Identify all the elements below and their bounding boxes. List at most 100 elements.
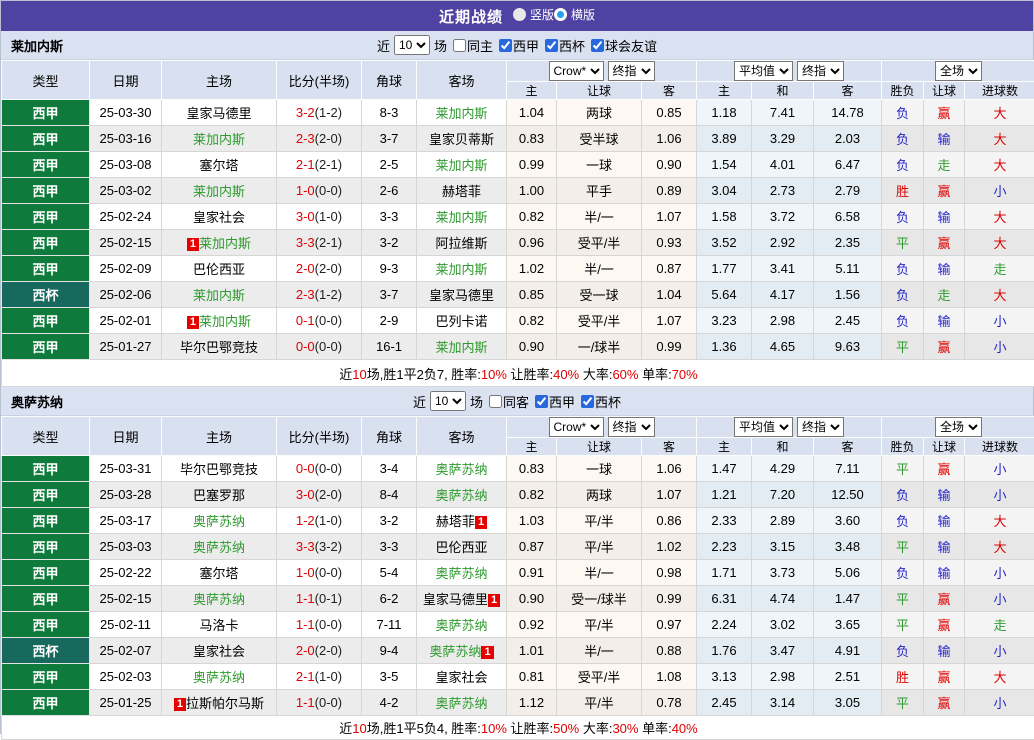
summary-stat-value: 70% bbox=[672, 367, 698, 382]
competition-filter[interactable]: 西甲 bbox=[495, 36, 539, 55]
venue-filter[interactable]: 同客 bbox=[485, 392, 529, 411]
competition-checkbox[interactable] bbox=[535, 395, 548, 408]
score-cell: 2-3(2-0) bbox=[277, 126, 362, 152]
corner-cell: 2-9 bbox=[362, 308, 417, 334]
final-odds-select[interactable]: 终指 bbox=[608, 417, 655, 437]
score-cell: 2-1(1-0) bbox=[277, 664, 362, 690]
date-cell: 25-01-27 bbox=[90, 334, 162, 360]
away-team-name: 奥萨苏纳 bbox=[435, 618, 487, 633]
corner-cell: 3-5 bbox=[362, 664, 417, 690]
odds-handicap-cell: 两球 bbox=[557, 100, 642, 126]
result-handicap-cell: 赢 bbox=[924, 178, 965, 204]
layout-radio-horizontal[interactable]: 横版 bbox=[554, 6, 595, 23]
match-row: 西甲25-03-30皇家马德里3-2(1-2)8-3莱加内斯1.04两球0.85… bbox=[2, 100, 1034, 126]
competition-filter[interactable]: 西甲 bbox=[531, 392, 575, 411]
result-goals-cell: 小 bbox=[965, 690, 1034, 716]
home-team-name: 奥萨苏纳 bbox=[193, 670, 245, 685]
odds-group-header: Crow*终指 bbox=[507, 61, 697, 82]
avg-home-cell: 3.23 bbox=[697, 308, 752, 334]
subcolumn-header: 客 bbox=[642, 82, 697, 100]
avg-away-cell: 7.11 bbox=[814, 456, 882, 482]
away-team-name: 阿拉维斯 bbox=[435, 236, 487, 251]
odds-handicap-cell: 半/一 bbox=[557, 638, 642, 664]
average-select[interactable]: 平均值 bbox=[734, 61, 793, 81]
match-count-select[interactable]: 10 bbox=[430, 391, 466, 411]
competition-checkbox[interactable] bbox=[591, 39, 604, 52]
date-cell: 25-03-17 bbox=[90, 508, 162, 534]
halftime-score: (2-1) bbox=[315, 157, 342, 172]
competition-cell: 西甲 bbox=[2, 152, 90, 178]
avg-draw-cell: 4.29 bbox=[752, 456, 814, 482]
competition-filter[interactable]: 西杯 bbox=[577, 392, 621, 411]
venue-checkbox[interactable] bbox=[453, 39, 466, 52]
venue-filter[interactable]: 同主 bbox=[449, 36, 493, 55]
score-cell: 1-2(1-0) bbox=[277, 508, 362, 534]
avg-home-cell: 1.54 bbox=[697, 152, 752, 178]
fulltime-score: 3-0 bbox=[296, 487, 315, 502]
score-cell: 0-1(0-0) bbox=[277, 308, 362, 334]
home-team-name: 巴塞罗那 bbox=[193, 488, 245, 503]
competition-checkbox[interactable] bbox=[545, 39, 558, 52]
bookmaker-select[interactable]: Crow* bbox=[549, 61, 604, 81]
match-count-select[interactable]: 10 bbox=[394, 35, 430, 55]
final-odds-select[interactable]: 终指 bbox=[797, 417, 844, 437]
competition-checkbox[interactable] bbox=[499, 39, 512, 52]
final-odds-select[interactable]: 终指 bbox=[797, 61, 844, 81]
bookmaker-select[interactable]: Crow* bbox=[549, 417, 604, 437]
odds-handicap-cell: 半/一 bbox=[557, 204, 642, 230]
result-goals-cell: 大 bbox=[965, 204, 1034, 230]
away-team-cell: 皇家贝蒂斯 bbox=[417, 126, 507, 152]
away-team-name: 皇家贝蒂斯 bbox=[429, 132, 494, 147]
subcolumn-header: 胜负 bbox=[882, 82, 924, 100]
avg-home-cell: 1.58 bbox=[697, 204, 752, 230]
home-team-name: 奥萨苏纳 bbox=[193, 514, 245, 529]
odds-handicap-cell: 受一球 bbox=[557, 282, 642, 308]
odds-group-header: 平均值终指 bbox=[697, 61, 882, 82]
away-team-cell: 莱加内斯 bbox=[417, 204, 507, 230]
competition-label: 西杯 bbox=[595, 392, 621, 411]
column-header: 类型 bbox=[2, 61, 90, 100]
odds-away-cell: 0.97 bbox=[642, 612, 697, 638]
radio-horizontal-icon[interactable] bbox=[554, 8, 567, 21]
avg-home-cell: 6.31 bbox=[697, 586, 752, 612]
odds-handicap-cell: 平/半 bbox=[557, 612, 642, 638]
subcolumn-header: 胜负 bbox=[882, 438, 924, 456]
home-team-cell: 毕尔巴鄂竞技 bbox=[162, 334, 277, 360]
competition-filter[interactable]: 球会友谊 bbox=[587, 36, 657, 55]
final-odds-select[interactable]: 终指 bbox=[608, 61, 655, 81]
average-select[interactable]: 平均值 bbox=[734, 417, 793, 437]
fulltime-score: 3-3 bbox=[296, 235, 315, 250]
result-handicap-cell: 输 bbox=[924, 560, 965, 586]
section-band: 奥萨苏纳近10场同客西甲西杯 bbox=[1, 387, 1033, 416]
odds-home-cell: 0.83 bbox=[507, 126, 557, 152]
odds-home-cell: 1.04 bbox=[507, 100, 557, 126]
away-team-name: 赫塔菲 bbox=[436, 514, 475, 529]
home-team-name: 皇家社会 bbox=[193, 644, 245, 659]
odds-handicap-cell: 两球 bbox=[557, 482, 642, 508]
home-team-cell: 毕尔巴鄂竞技 bbox=[162, 456, 277, 482]
competition-cell: 西杯 bbox=[2, 638, 90, 664]
odds-home-cell: 0.82 bbox=[507, 482, 557, 508]
away-team-name: 奥萨苏纳 bbox=[429, 644, 481, 659]
competition-cell: 西甲 bbox=[2, 256, 90, 282]
competition-filter[interactable]: 西杯 bbox=[541, 36, 585, 55]
subcolumn-header: 客 bbox=[814, 438, 882, 456]
corner-cell: 9-4 bbox=[362, 638, 417, 664]
competition-checkbox[interactable] bbox=[581, 395, 594, 408]
corner-cell: 3-3 bbox=[362, 534, 417, 560]
home-team-cell: 塞尔塔 bbox=[162, 152, 277, 178]
avg-home-cell: 1.47 bbox=[697, 456, 752, 482]
fulltime-select[interactable]: 全场 bbox=[935, 61, 982, 81]
odds-handicap-cell: 半/一 bbox=[557, 256, 642, 282]
away-team-cell: 皇家社会 bbox=[417, 664, 507, 690]
competition-label: 西杯 bbox=[559, 36, 585, 55]
venue-checkbox[interactable] bbox=[489, 395, 502, 408]
score-cell: 2-0(2-0) bbox=[277, 256, 362, 282]
layout-radio-vertical[interactable]: 竖版 bbox=[513, 6, 554, 23]
home-team-name: 毕尔巴鄂竞技 bbox=[180, 340, 258, 355]
avg-draw-cell: 2.98 bbox=[752, 664, 814, 690]
page: 近期战绩 竖版横版 莱加内斯近10场同主西甲西杯球会友谊类型日期主场比分(半场)… bbox=[0, 0, 1034, 734]
fulltime-select[interactable]: 全场 bbox=[935, 417, 982, 437]
fulltime-score: 3-0 bbox=[296, 209, 315, 224]
radio-vertical-icon[interactable] bbox=[513, 8, 526, 21]
